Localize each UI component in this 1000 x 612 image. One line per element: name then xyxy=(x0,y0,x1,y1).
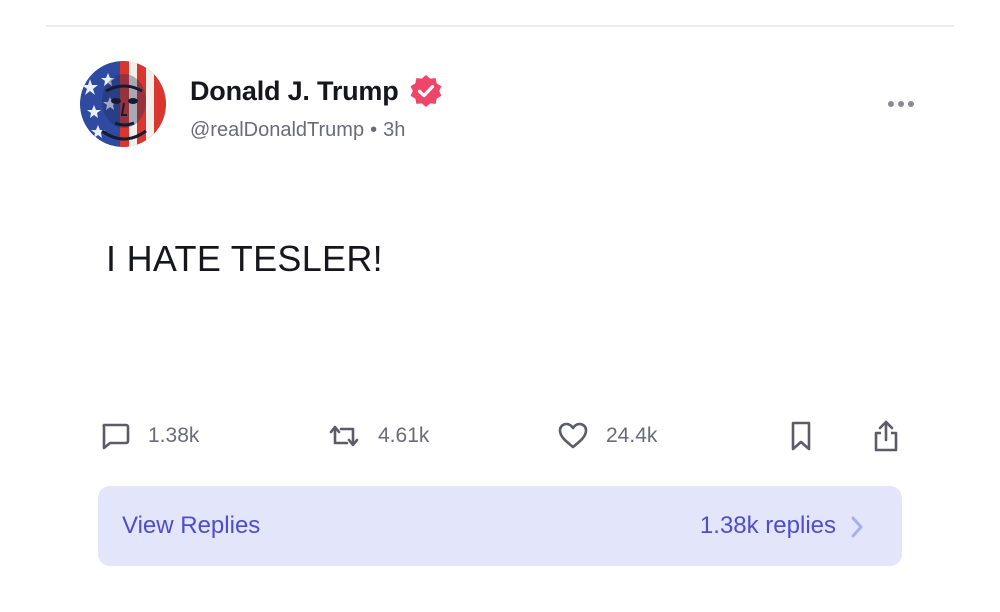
bookmark-icon xyxy=(791,421,811,451)
author-handle[interactable]: @realDonaldTrump xyxy=(190,119,364,141)
avatar-image xyxy=(80,61,166,147)
reply-count: 1.38k xyxy=(148,424,200,447)
reply-button[interactable]: 1.38k xyxy=(98,418,199,454)
replies-count-label: 1.38k replies xyxy=(699,512,836,539)
author-name-row: Donald J. Trump xyxy=(190,70,443,112)
bookmark-button[interactable] xyxy=(786,418,816,454)
heart-icon xyxy=(558,422,588,449)
repost-count: 4.61k xyxy=(378,424,430,447)
avatar[interactable] xyxy=(80,61,166,147)
more-horizontal-icon xyxy=(888,101,914,107)
verified-badge-icon xyxy=(410,75,441,107)
author-display-name[interactable]: Donald J. Trump xyxy=(190,76,399,107)
view-replies-bar[interactable]: View Replies 1.38k replies xyxy=(98,486,902,566)
repost-button[interactable]: 4.61k xyxy=(326,418,429,454)
more-options-button[interactable] xyxy=(882,92,922,116)
meta-separator: • xyxy=(370,119,378,141)
post-body-text: I HATE TESLER! xyxy=(106,238,383,279)
like-count: 24.4k xyxy=(606,424,658,447)
post-timestamp[interactable]: 3h xyxy=(383,119,405,141)
share-icon xyxy=(874,420,898,452)
like-button[interactable]: 24.4k xyxy=(556,418,657,454)
repost-icon xyxy=(329,425,359,447)
comment-icon xyxy=(102,423,130,450)
top-divider xyxy=(46,25,954,27)
author-handle-row: @realDonaldTrump • 3h xyxy=(190,119,405,142)
share-button[interactable] xyxy=(870,418,902,454)
view-replies-label: View Replies xyxy=(122,512,261,539)
chevron-right-icon xyxy=(851,516,863,538)
